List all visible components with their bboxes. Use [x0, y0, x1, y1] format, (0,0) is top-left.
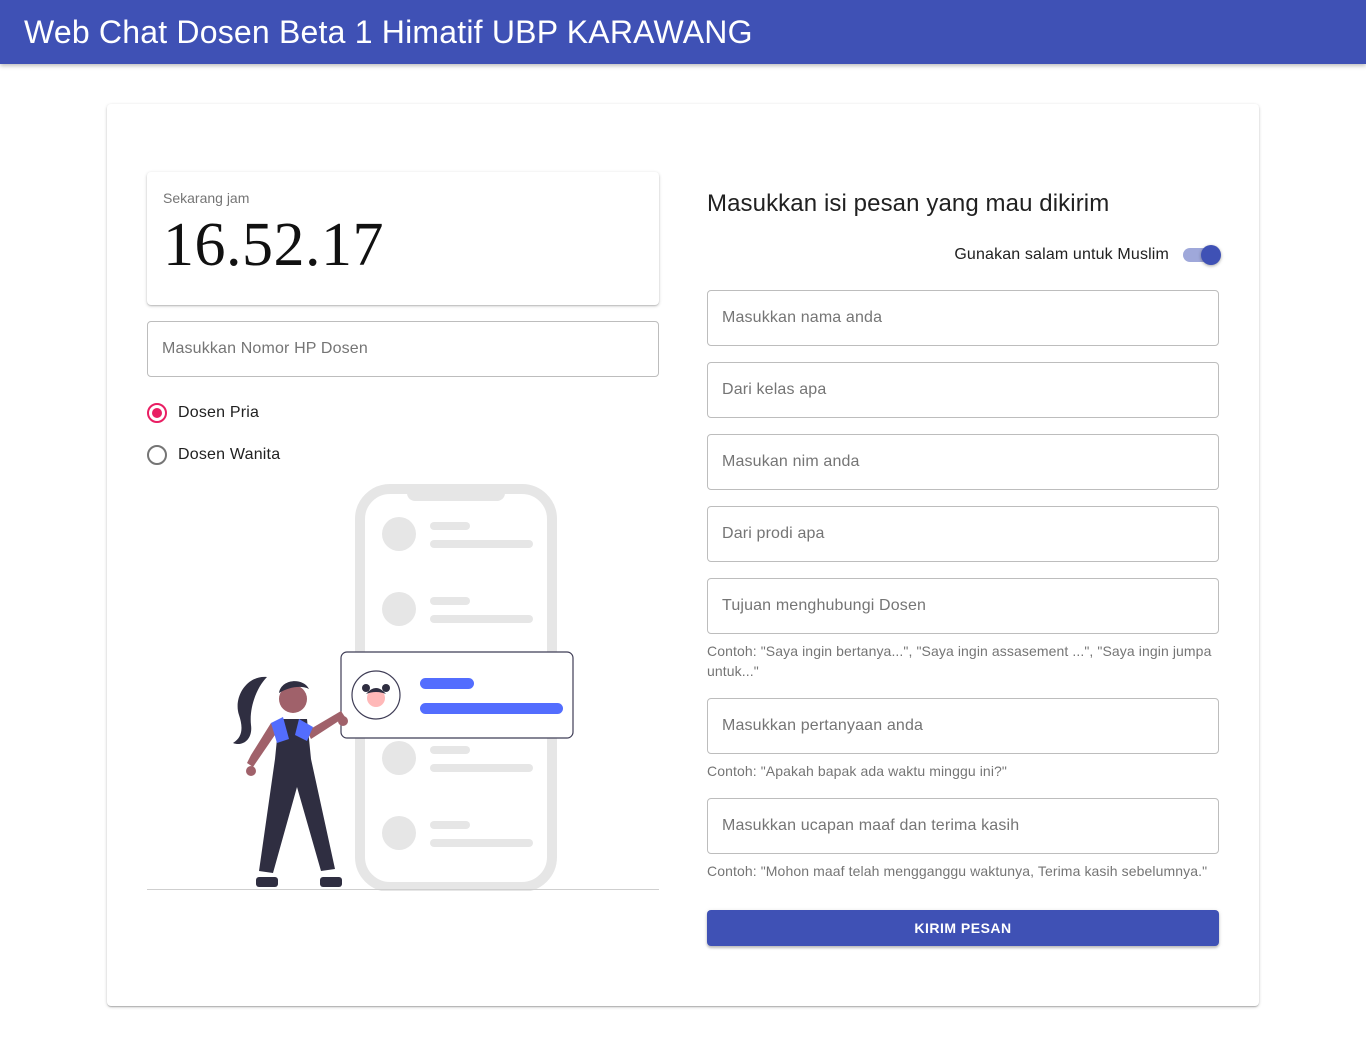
switch-label: Gunakan salam untuk Muslim: [954, 246, 1169, 263]
clock-card: Sekarang jam 16.52.17: [147, 172, 659, 305]
phone-number-input[interactable]: Masukkan Nomor HP Dosen: [147, 321, 659, 377]
switch-thumb: [1201, 245, 1221, 265]
purpose-hint: Contoh: "Saya ingin bertanya...", "Saya …: [707, 643, 1212, 679]
muslim-greeting-toggle-row[interactable]: Gunakan salam untuk Muslim: [954, 244, 1221, 266]
person-illustration: [233, 676, 348, 887]
purpose-placeholder: Tujuan menghubungi Dosen: [722, 597, 927, 614]
prodi-input[interactable]: Dari prodi apa: [707, 506, 1219, 562]
main-card: Sekarang jam 16.52.17 Masukkan Nomor HP …: [107, 104, 1259, 1006]
name-input[interactable]: Masukkan nama anda: [707, 290, 1219, 346]
question-input[interactable]: Masukkan pertanyaan anda: [707, 698, 1219, 754]
nim-placeholder: Masukan nim anda: [722, 453, 860, 470]
closing-hint: Contoh: "Mohon maaf telah mengganggu wak…: [707, 863, 1208, 879]
radio-dosen-wanita[interactable]: Dosen Wanita: [147, 445, 280, 465]
chat-illustration: [147, 484, 659, 891]
phone-number-placeholder: Masukkan Nomor HP Dosen: [162, 340, 368, 357]
clock-time: 16.52.17: [163, 211, 384, 279]
prodi-placeholder: Dari prodi apa: [722, 525, 825, 542]
radio-unchecked-icon: [147, 445, 167, 465]
class-input[interactable]: Dari kelas apa: [707, 362, 1219, 418]
chat-bubble-illustration: [340, 651, 574, 739]
app-bar: Web Chat Dosen Beta 1 Himatif UBP KARAWA…: [0, 0, 1366, 64]
question-hint: Contoh: "Apakah bapak ada waktu minggu i…: [707, 763, 1007, 779]
name-placeholder: Masukkan nama anda: [722, 309, 883, 326]
app-title: Web Chat Dosen Beta 1 Himatif UBP KARAWA…: [24, 13, 753, 50]
question-placeholder: Masukkan pertanyaan anda: [722, 717, 924, 734]
class-placeholder: Dari kelas apa: [722, 381, 827, 398]
radio-checked-icon: [147, 403, 167, 423]
send-message-button[interactable]: KIRIM PESAN: [707, 910, 1219, 946]
radio-label-pria: Dosen Pria: [178, 404, 260, 421]
purpose-input[interactable]: Tujuan menghubungi Dosen: [707, 578, 1219, 634]
radio-dosen-pria[interactable]: Dosen Pria: [147, 403, 259, 423]
muslim-greeting-switch[interactable]: [1181, 244, 1221, 266]
radio-label-wanita: Dosen Wanita: [178, 446, 281, 463]
closing-input[interactable]: Masukkan ucapan maaf dan terima kasih: [707, 798, 1219, 854]
closing-placeholder: Masukkan ucapan maaf dan terima kasih: [722, 817, 1020, 834]
nim-input[interactable]: Masukan nim anda: [707, 434, 1219, 490]
clock-label: Sekarang jam: [163, 190, 250, 206]
form-heading: Masukkan isi pesan yang mau dikirim: [707, 190, 1110, 217]
